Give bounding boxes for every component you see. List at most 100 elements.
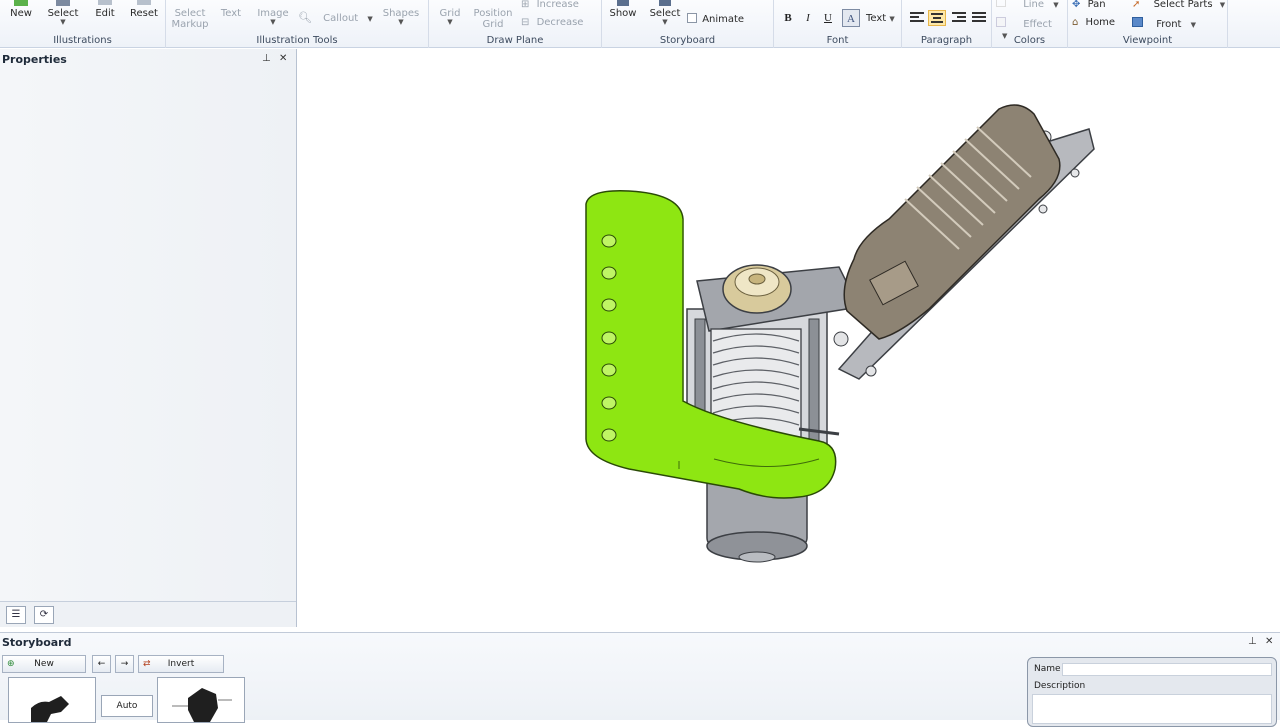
group-label-paragraph: Paragraph: [920, 35, 973, 46]
transition-auto[interactable]: Auto: [101, 695, 153, 717]
storyboard-new-button[interactable]: ⊕ New: [2, 655, 86, 673]
group-illustrations: New Select ▼ Edit Reset Illustrations: [0, 0, 166, 48]
forward-arrow-button[interactable]: →: [115, 655, 134, 673]
3d-model[interactable]: [299, 49, 1280, 627]
forward-arrow-icon: →: [120, 659, 129, 669]
callout-button[interactable]: 🔍︎ Callout ▼: [298, 12, 376, 25]
back-arrow-button[interactable]: ←: [92, 655, 111, 673]
increase-icon: ⊞: [521, 0, 530, 10]
properties-panel: Properties ⊥ ✕ ☰ ⟳: [0, 49, 297, 627]
pan-button[interactable]: ✥ Pan: [1072, 0, 1122, 10]
italic-button[interactable]: I: [799, 9, 817, 27]
close-icon[interactable]: ✕: [279, 53, 287, 64]
thumbnail-image: [31, 696, 69, 722]
show-button[interactable]: Show: [606, 0, 640, 19]
select-icon: [648, 0, 682, 8]
select-storyboard-button[interactable]: Select ▼: [648, 0, 682, 26]
group-label-draw-plane: Draw Plane: [486, 35, 544, 46]
chevron-down-icon: ▼: [398, 18, 404, 26]
position-grid-icon: [471, 0, 515, 8]
image-icon: [256, 0, 290, 8]
animate-checkbox[interactable]: Animate: [687, 13, 767, 25]
group-label-illustration-tools: Illustration Tools: [256, 35, 338, 46]
select-parts-icon: ➚: [1132, 0, 1141, 10]
storyboard-thumbnail-1[interactable]: [8, 677, 96, 723]
chevron-down-icon: ▼: [270, 18, 276, 26]
brass-cap[interactable]: [722, 264, 792, 314]
line-color-icon: [996, 0, 1006, 7]
group-label-viewpoint: Viewpoint: [1122, 35, 1173, 46]
shapes-button[interactable]: Shapes ▼: [382, 0, 420, 26]
cursor-icon: [170, 0, 210, 8]
highlight-button[interactable]: A: [842, 9, 860, 27]
group-storyboard: Show Select ▼ Animate Storyboard: [602, 0, 774, 48]
storyboard-details-box: Name Description: [1027, 657, 1277, 727]
text-style-dropdown[interactable]: Text ▼: [866, 13, 900, 25]
edit-button[interactable]: Edit: [90, 0, 120, 19]
checkbox-box: [687, 13, 697, 23]
pan-icon: ✥: [1072, 0, 1081, 10]
storyboard-title: Storyboard: [2, 636, 72, 649]
align-left-button[interactable]: [910, 12, 924, 24]
group-viewpoint: ✥ Pan ⌂ Home ➚ Select Parts ▼ Front ▼ Vi…: [1068, 0, 1228, 48]
decrease-button[interactable]: ⊟ Decrease: [521, 17, 591, 28]
group-colors: Line ▼ Effect ▼ Colors: [992, 0, 1068, 48]
position-grid-button[interactable]: Position Grid: [471, 0, 515, 30]
home-icon: ⌂: [1072, 17, 1079, 28]
front-view-dropdown[interactable]: Front ▼: [1132, 17, 1212, 31]
invert-button[interactable]: ⇄ Invert: [138, 655, 224, 673]
bold-button[interactable]: B: [779, 9, 797, 27]
invert-icon: ⇄: [143, 659, 151, 669]
reset-icon: [128, 0, 160, 8]
new-icon: [6, 0, 36, 8]
decrease-icon: ⊟: [521, 17, 530, 28]
chevron-down-icon: ▼: [447, 18, 453, 26]
home-button[interactable]: ⌂ Home: [1072, 17, 1128, 28]
chevron-down-icon: ▼: [889, 15, 895, 23]
back-arrow-icon: ←: [97, 659, 106, 669]
ribbon: New Select ▼ Edit Reset Illustrations Se…: [0, 0, 1280, 48]
line-color-button[interactable]: Line ▼: [996, 0, 1064, 11]
list-icon[interactable]: ☰: [6, 606, 26, 624]
select-markup-button[interactable]: Select Markup: [170, 0, 210, 30]
properties-tab-bar: ☰ ⟳: [0, 601, 296, 627]
storyboard-thumbnail-2[interactable]: [157, 677, 245, 723]
front-icon: [1132, 17, 1143, 27]
group-illustration-tools: Select Markup Text Image ▼ 🔍︎ Callout ▼ …: [166, 0, 429, 48]
select-illustration-button[interactable]: Select ▼: [46, 0, 80, 26]
grid-icon: [435, 0, 465, 8]
shapes-icon: [382, 0, 420, 8]
edit-icon: [90, 0, 120, 8]
refresh-icon[interactable]: ⟳: [34, 606, 54, 624]
align-center-button[interactable]: [928, 10, 946, 26]
effect-color-icon: [996, 17, 1006, 27]
chevron-down-icon: ▼: [367, 15, 373, 23]
new-button[interactable]: New: [6, 0, 36, 19]
pin-icon[interactable]: ⊥: [1248, 636, 1257, 647]
text-icon: [216, 0, 246, 8]
storyboard-panel: Storyboard ⊥ ✕ ⊕ New ← → ⇄ Invert Auto N…: [0, 632, 1280, 727]
new-icon: ⊕: [7, 659, 15, 669]
increase-button[interactable]: ⊞ Increase: [521, 0, 591, 10]
select-icon: [46, 0, 80, 8]
name-label: Name: [1034, 664, 1061, 674]
justify-button[interactable]: [972, 12, 986, 24]
reset-button[interactable]: Reset: [128, 0, 160, 19]
group-label-illustrations: Illustrations: [53, 35, 112, 46]
callout-icon: 🔍︎: [298, 11, 312, 24]
close-icon[interactable]: ✕: [1265, 636, 1273, 647]
underline-button[interactable]: U: [819, 9, 837, 27]
chevron-down-icon: ▼: [662, 18, 668, 26]
image-tool-button[interactable]: Image ▼: [256, 0, 290, 26]
text-tool-button[interactable]: Text: [216, 0, 246, 19]
chevron-down-icon: ▼: [60, 18, 66, 26]
group-label-colors: Colors: [1013, 35, 1046, 46]
align-right-button[interactable]: [952, 12, 966, 24]
group-paragraph: Paragraph: [902, 0, 992, 48]
pin-icon[interactable]: ⊥: [262, 53, 271, 64]
grid-button[interactable]: Grid ▼: [435, 0, 465, 26]
name-input[interactable]: [1062, 663, 1272, 676]
chevron-down-icon: ▼: [1053, 1, 1059, 9]
select-parts-button[interactable]: ➚ Select Parts ▼: [1132, 0, 1228, 11]
model-viewport[interactable]: [299, 49, 1280, 627]
